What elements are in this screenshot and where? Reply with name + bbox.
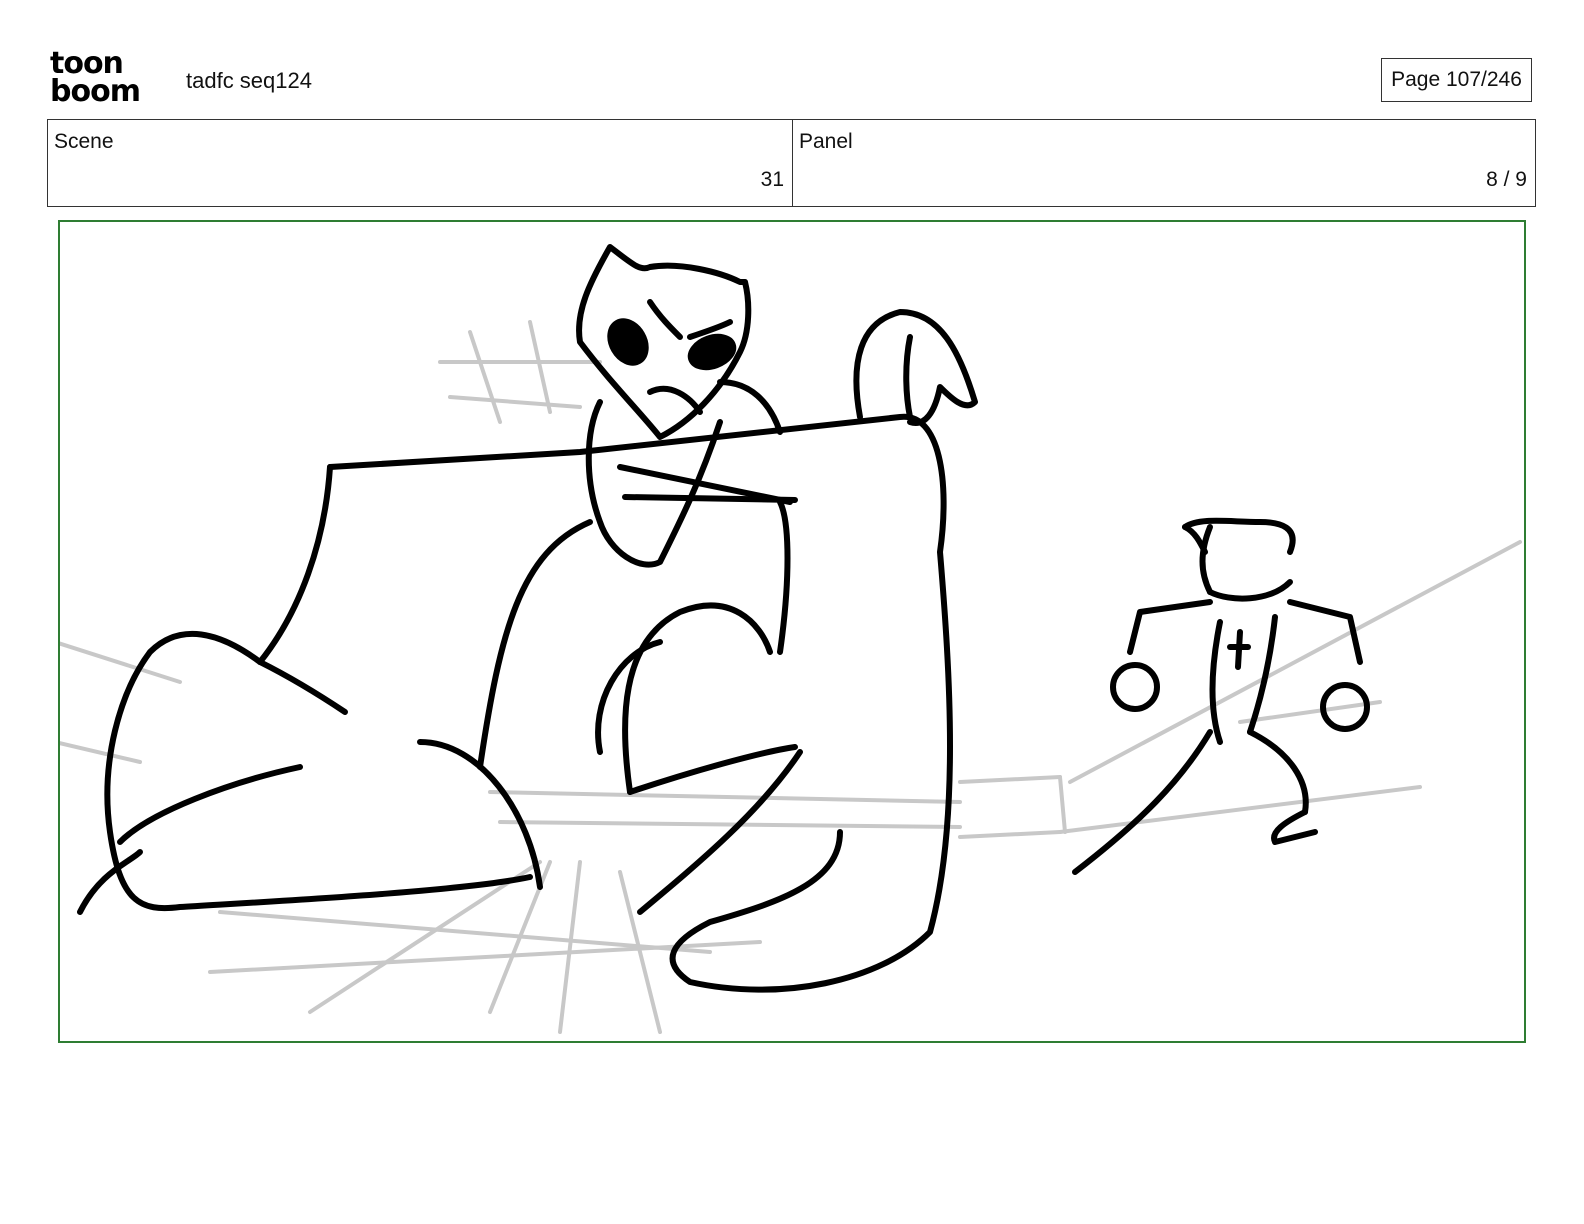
panel-cell: Panel 8 / 9 bbox=[793, 120, 1535, 206]
scene-cell: Scene 31 bbox=[48, 120, 793, 206]
panel-value: 8 / 9 bbox=[1486, 168, 1527, 191]
storyboard-panel bbox=[58, 220, 1526, 1043]
logo-text-bottom: boom bbox=[50, 74, 141, 109]
scene-panel-info-table: Scene 31 Panel 8 / 9 bbox=[47, 119, 1536, 207]
panel-label: Panel bbox=[799, 130, 853, 153]
document-title: tadfc seq124 bbox=[186, 68, 312, 93]
page-number-box: Page 107/246 bbox=[1381, 58, 1532, 102]
sketch-ink bbox=[77, 244, 1370, 993]
scene-label: Scene bbox=[54, 130, 114, 153]
scene-value: 31 bbox=[760, 168, 784, 191]
toon-boom-logo: toon boom bbox=[50, 49, 165, 112]
storyboard-sketch bbox=[60, 244, 1522, 1034]
